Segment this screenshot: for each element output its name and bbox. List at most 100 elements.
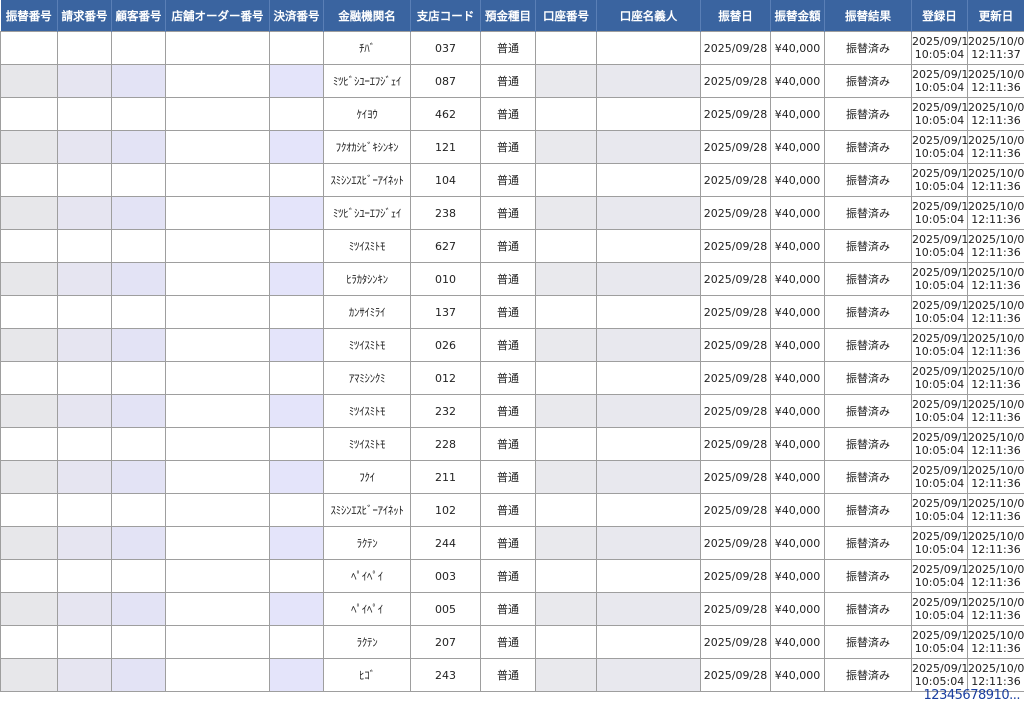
table-row[interactable]: ｱﾏﾐｼﾝｸﾐ 012 普通 2025/09/28 ¥40,000 振替済み 2025/09…: [0, 361, 1024, 395]
col-header-transfer-no[interactable]: 振替番号: [0, 0, 58, 32]
page-link-8[interactable]: 8: [978, 688, 986, 703]
transfer-result-cell: 振替済み: [824, 64, 912, 98]
invoice-no-cell: [57, 592, 112, 626]
deposit-type-cell: 普通: [480, 262, 536, 296]
col-header-customer-no[interactable]: 顧客番号: [111, 0, 166, 32]
transfer-date-cell: 2025/09/28: [700, 427, 771, 461]
payment-no-cell: [269, 625, 324, 659]
bank-name-cell: ｽﾐｼﾝｴｽﾋﾞｰｱｲﾈｯﾄ: [323, 493, 411, 527]
table-row[interactable]: ﾌｸｵｶｼﾋﾞｷｼﾝｷﾝ 121 普通 2025/09/28 ¥40,000 振替済み 20…: [0, 130, 1024, 164]
transfer-amount-cell: ¥40,000: [770, 625, 825, 659]
table-row[interactable]: ｽﾐｼﾝｴｽﾋﾞｰｱｲﾈｯﾄ 102 普通 2025/09/28 ¥40,000 振替済み…: [0, 493, 1024, 527]
table-row[interactable]: ﾁﾊﾞ037普通2025/09/28¥40,000振替済み2025/09/181…: [0, 31, 1024, 65]
payment-no-cell: [269, 559, 324, 593]
account-no-cell: [535, 526, 597, 560]
updated-time: 12:11:36: [971, 213, 1021, 226]
account-holder-cell: [596, 130, 701, 164]
updated-at-cell: 2025/10/0212:11:36: [967, 328, 1024, 362]
table-row[interactable]: ｹｲﾖｳ462普通 2025/09/28¥40,000振替済み2025/09/18…: [0, 97, 1024, 131]
transfer-no-cell: [0, 196, 58, 230]
col-header-updated-at[interactable]: 更新日: [967, 0, 1024, 32]
registered-date: 2025/09/18: [912, 596, 967, 609]
updated-at-cell: 2025/10/0212:11:36: [967, 97, 1024, 131]
page-ellipsis[interactable]: ...: [1009, 688, 1020, 703]
col-header-payment-no[interactable]: 決済番号: [269, 0, 324, 32]
page-link-10[interactable]: 10: [994, 688, 1010, 703]
col-header-transfer-amount[interactable]: 振替金額: [770, 0, 825, 32]
col-header-account-holder[interactable]: 口座名義人: [596, 0, 701, 32]
customer-no-cell: [111, 262, 166, 296]
registered-at-cell: 2025/09/1810:05:04: [911, 625, 968, 659]
store-order-no-cell: [165, 262, 270, 296]
updated-time: 12:11:36: [971, 279, 1021, 292]
store-order-no-cell: [165, 625, 270, 659]
page-link-3[interactable]: 3: [939, 688, 947, 703]
table-row[interactable]: ﾐﾂｲｽﾐﾄﾓ 026 普通 2025/09/28 ¥40,000 振替済み 2025/09…: [0, 328, 1024, 362]
updated-date: 2025/10/02: [968, 35, 1024, 48]
branch-code-cell: 228: [410, 427, 481, 461]
col-header-store-order-no[interactable]: 店舗オーダー番号: [165, 0, 270, 32]
updated-date: 2025/10/02: [968, 200, 1024, 213]
page-link-2[interactable]: 2: [931, 688, 939, 703]
table-row[interactable]: ﾐﾂｲｽﾐﾄﾓ 228 普通 2025/09/28 ¥40,000 振替済み 2025/09…: [0, 427, 1024, 461]
transfer-amount-cell: ¥40,000: [770, 295, 825, 329]
table-row[interactable]: ﾌｸｲ211普通2025/09/28¥40,000振替済み2025/09/181…: [0, 460, 1024, 494]
table-row[interactable]: ﾍﾟｲﾍﾟｲ 003 普通 2025/09/28 ¥40,000 振替済み 2025/09/…: [0, 559, 1024, 593]
table-row[interactable]: ﾐﾂﾋﾞｼﾕｰｴﾌｼﾞｪｲ 238 普通 2025/09/28 ¥40,000 振替済み 2…: [0, 196, 1024, 230]
customer-no-cell: [111, 163, 166, 197]
transfer-date-cell: 2025/09/28: [700, 592, 771, 626]
registered-at-cell: 2025/09/1810:05:04: [911, 97, 968, 131]
transfer-amount-cell: ¥40,000: [770, 559, 825, 593]
registered-time: 10:05:04: [914, 147, 965, 160]
table-row[interactable]: ｶﾝｻｲﾐﾗｲ 137 普通 2025/09/28 ¥40,000 振替済み 2025/09…: [0, 295, 1024, 329]
col-header-invoice-no[interactable]: 請求番号: [57, 0, 112, 32]
updated-time: 12:11:36: [971, 444, 1021, 457]
table-row[interactable]: ﾐﾂｲｽﾐﾄﾓ 232 普通 2025/09/28 ¥40,000 振替済み 2025/09…: [0, 394, 1024, 428]
updated-at-cell: 2025/10/0212:11:36: [967, 526, 1024, 560]
col-header-transfer-result[interactable]: 振替結果: [824, 0, 912, 32]
bank-name-cell: ﾗｸﾃﾝ: [323, 625, 411, 659]
col-header-bank-name[interactable]: 金融機関名: [323, 0, 411, 32]
account-holder-cell: [596, 526, 701, 560]
registered-time: 10:05:04: [914, 675, 965, 688]
table-row[interactable]: ﾗｸﾃﾝ244普通 2025/09/28¥40,000振替済み2025/09/18…: [0, 526, 1024, 560]
bank-name-cell: ﾗｸﾃﾝ: [323, 526, 411, 560]
deposit-type-cell: 普通: [480, 625, 536, 659]
branch-code-cell: 211: [410, 460, 481, 494]
payment-no-cell: [269, 658, 324, 692]
payment-no-cell: [269, 493, 324, 527]
account-no-cell: [535, 262, 597, 296]
table-row[interactable]: ﾋｺﾞ243普通2025/09/28¥40,000振替済み2025/09/181…: [0, 658, 1024, 692]
payment-no-cell: [269, 460, 324, 494]
col-header-account-no[interactable]: 口座番号: [535, 0, 597, 32]
table-row[interactable]: ﾋﾗｶﾀｼﾝｷﾝ 010 普通 2025/09/28 ¥40,000 振替済み 2025/0…: [0, 262, 1024, 296]
customer-no-cell: [111, 394, 166, 428]
page-link-9[interactable]: 9: [986, 688, 994, 703]
branch-code-cell: 104: [410, 163, 481, 197]
col-header-transfer-date[interactable]: 振替日: [700, 0, 771, 32]
table-row[interactable]: ｽﾐｼﾝｴｽﾋﾞｰｱｲﾈｯﾄ 104 普通 2025/09/28 ¥40,000 振替済み…: [0, 163, 1024, 197]
page-link-7[interactable]: 7: [970, 688, 978, 703]
table-row[interactable]: ﾐﾂﾋﾞｼﾕｰｴﾌｼﾞｪｲ 087 普通 2025/09/28 ¥40,000 振替済み 2…: [0, 64, 1024, 98]
registered-at-cell: 2025/09/1810:05:04: [911, 196, 968, 230]
page-link-4[interactable]: 4: [947, 688, 955, 703]
branch-code-cell: 037: [410, 31, 481, 65]
transfer-date-cell: 2025/09/28: [700, 31, 771, 65]
branch-code-cell: 627: [410, 229, 481, 263]
branch-code-cell: 102: [410, 493, 481, 527]
table-row[interactable]: ﾍﾟｲﾍﾟｲ 005 普通 2025/09/28 ¥40,000 振替済み 2025/09/…: [0, 592, 1024, 626]
table-row[interactable]: ﾐﾂｲｽﾐﾄﾓ 627 普通 2025/09/28 ¥40,000 振替済み 2025/09…: [0, 229, 1024, 263]
col-header-branch-code[interactable]: 支店コード: [410, 0, 481, 32]
transfer-date-cell: 2025/09/28: [700, 295, 771, 329]
registered-time: 10:05:04: [914, 510, 965, 523]
updated-at-cell: 2025/10/0212:11:36: [967, 130, 1024, 164]
deposit-type-cell: 普通: [480, 229, 536, 263]
branch-code-cell: 010: [410, 262, 481, 296]
col-header-deposit-type[interactable]: 預金種目: [480, 0, 536, 32]
col-header-registered-at[interactable]: 登録日: [911, 0, 968, 32]
transfer-date-cell: 2025/09/28: [700, 526, 771, 560]
registered-at-cell: 2025/09/1810:05:04: [911, 592, 968, 626]
transfer-result-cell: 振替済み: [824, 130, 912, 164]
table-row[interactable]: ﾗｸﾃﾝ207普通 2025/09/28¥40,000振替済み2025/09/18…: [0, 625, 1024, 659]
updated-time: 12:11:36: [971, 510, 1021, 523]
